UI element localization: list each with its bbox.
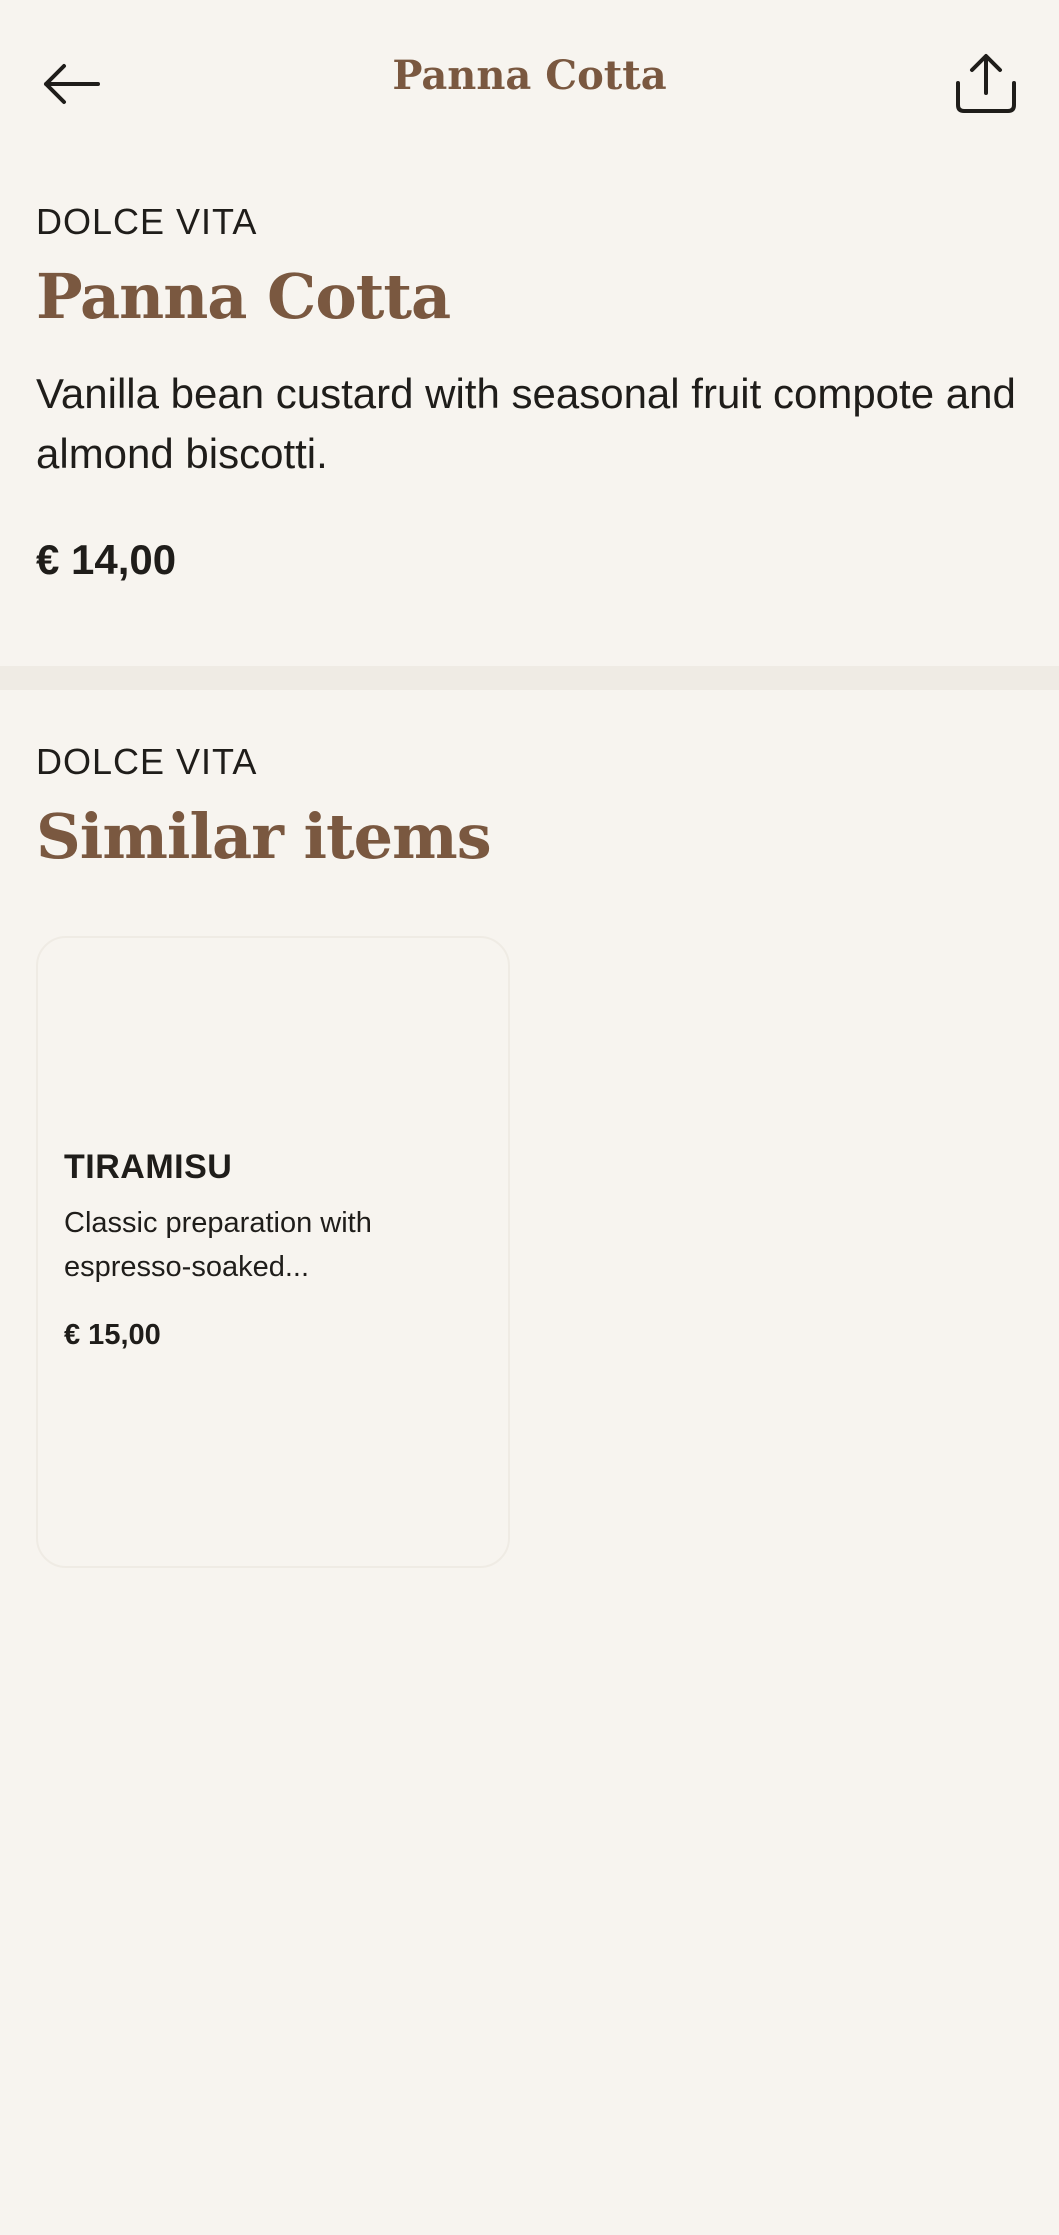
similar-items-section: DOLCE VITA Similar items (36, 740, 1026, 872)
card-description-line: Classic preparation with (64, 1207, 372, 1239)
card-item-price: € 15,00 (64, 1319, 161, 1351)
item-category: DOLCE VITA (36, 201, 258, 242)
share-upload-icon (956, 54, 1016, 113)
top-app-bar: Panna Cotta (0, 0, 1059, 170)
page-title: Panna Cotta (392, 52, 667, 99)
similar-item-card[interactable]: TIRAMISU Classic preparation with espres… (36, 936, 510, 1568)
share-button[interactable] (946, 44, 1026, 124)
card-description-line: espresso-soaked... (64, 1251, 310, 1283)
item-name: Panna Cotta (36, 260, 451, 334)
similar-category: DOLCE VITA (36, 741, 258, 782)
item-price: € 14,00 (36, 536, 177, 584)
card-content: TIRAMISU Classic preparation with espres… (64, 1148, 484, 1352)
card-item-name: TIRAMISU (64, 1148, 233, 1186)
similar-heading: Similar items (36, 800, 492, 874)
item-detail: DOLCE VITA Panna Cotta Vanilla bean cust… (36, 200, 1026, 584)
section-divider (0, 666, 1059, 690)
item-description: Vanilla bean custard with seasonal fruit… (36, 370, 1016, 478)
card-item-description: Classic preparation with espresso-soaked… (64, 1201, 484, 1289)
